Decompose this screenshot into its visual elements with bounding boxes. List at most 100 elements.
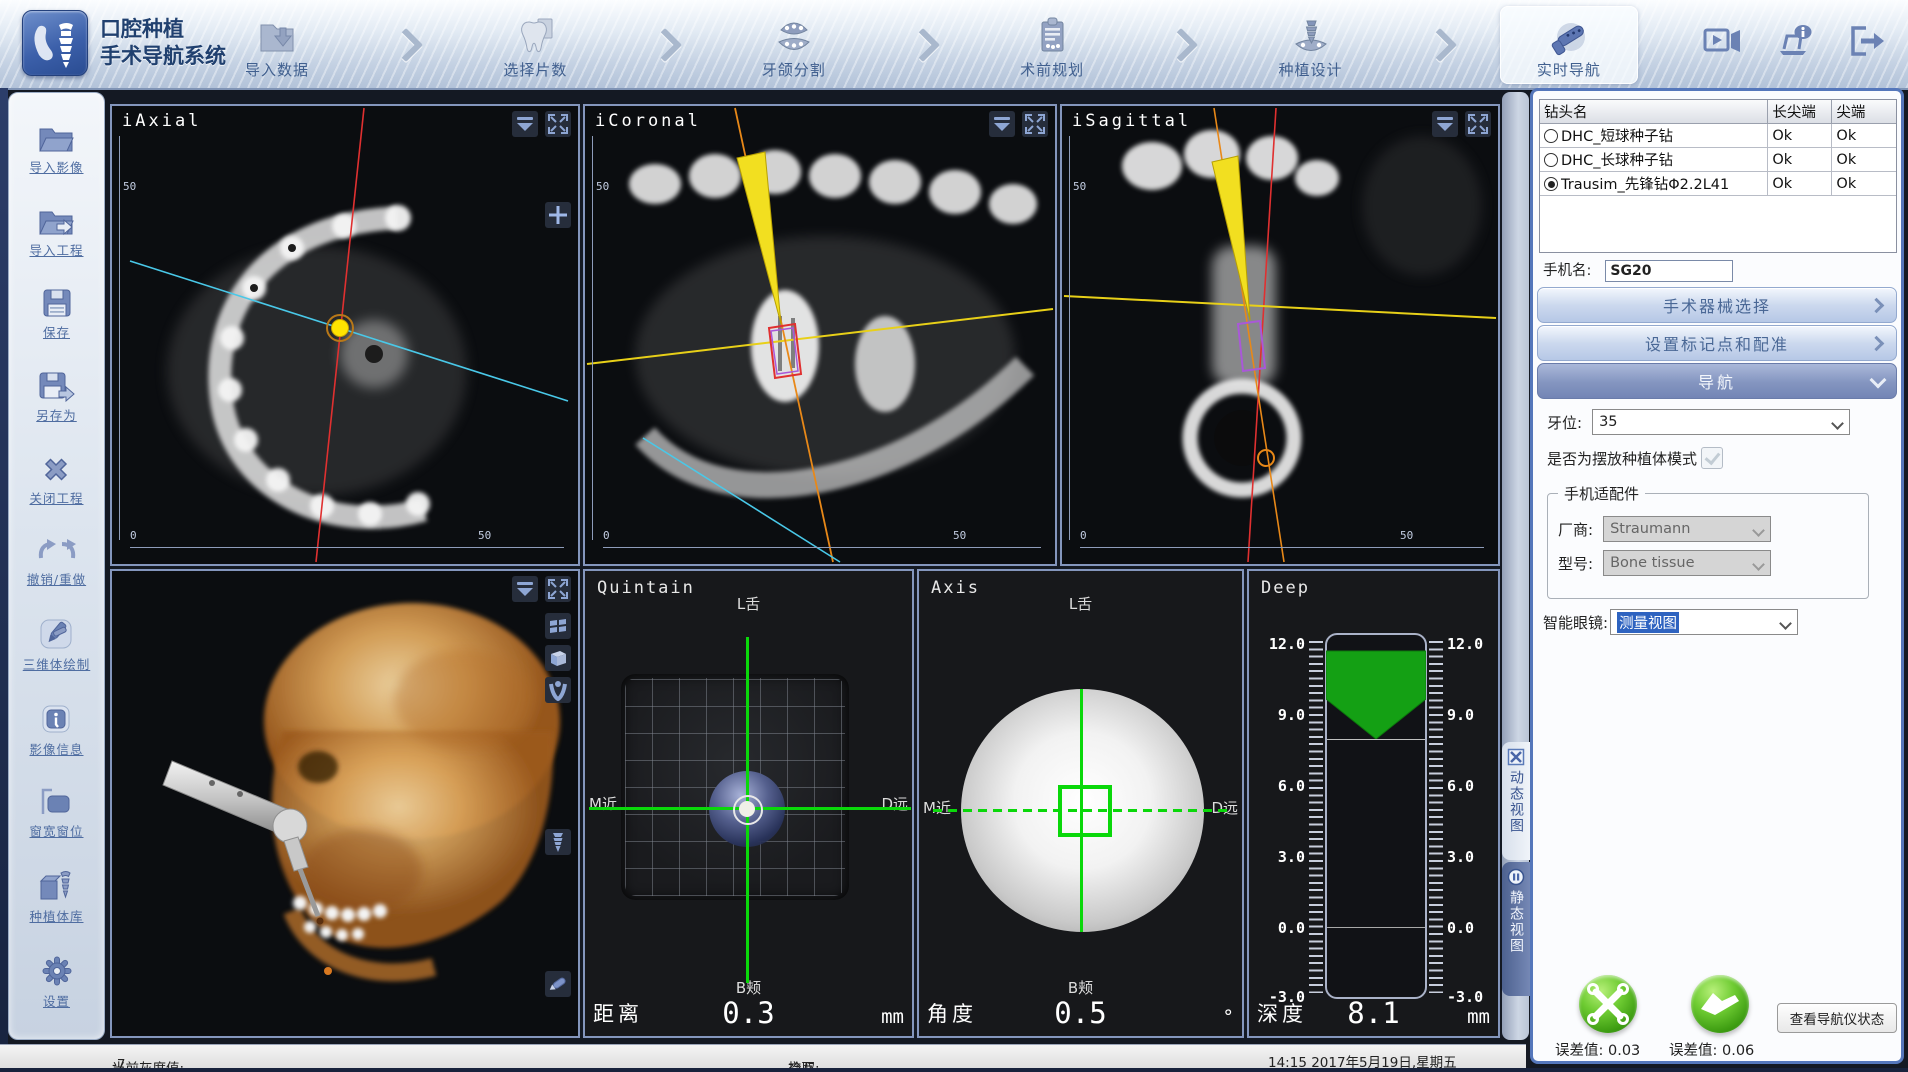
- depth-tick-label: 9.0: [1447, 706, 1497, 724]
- depth-zero-line: [1327, 927, 1425, 928]
- drill-row[interactable]: Trausim_先锋钻Φ2.2L41 Ok Ok: [1540, 172, 1896, 196]
- tool-calibration-icon: [1579, 975, 1637, 1033]
- step-label: 选择片数: [503, 59, 567, 80]
- probe-pen-icon[interactable]: [545, 971, 571, 997]
- handpiece-name-input[interactable]: [1605, 260, 1733, 282]
- ruler-label: 0: [1080, 529, 1087, 542]
- viewport-3d: [110, 569, 580, 1038]
- undo-redo-icon: [35, 536, 79, 566]
- sidebar-item-label: 导入工程: [29, 240, 83, 259]
- volume-3d-render[interactable]: [112, 571, 578, 1036]
- direction-label-mesial: M近: [589, 793, 617, 814]
- ruler-label: 50: [953, 529, 966, 542]
- sidebar-item-close-project[interactable]: 关闭工程: [29, 453, 83, 507]
- layout-tiles-icon[interactable]: [545, 613, 571, 639]
- drill-col-name: 钻头名: [1540, 100, 1768, 124]
- chevron-right-icon: [1869, 336, 1885, 352]
- placement-mode-checkbox[interactable]: [1701, 447, 1723, 469]
- sidebar-item-settings[interactable]: 设置: [39, 954, 75, 1010]
- coronal-ct-image[interactable]: [585, 106, 1055, 564]
- sagittal-ct-image[interactable]: [1062, 106, 1498, 564]
- viewport-menu-icon[interactable]: [989, 111, 1015, 137]
- sidebar-item-image-info[interactable]: 影像信息: [29, 702, 83, 758]
- fullscreen-icon[interactable]: [545, 111, 571, 137]
- fullscreen-icon[interactable]: [1465, 111, 1491, 137]
- implant-icon[interactable]: [545, 829, 571, 855]
- step-select-slices[interactable]: 选择片数: [466, 6, 604, 84]
- viewport-menu-icon[interactable]: [512, 111, 538, 137]
- sidebar-item-volume-render[interactable]: 三维体绘制: [23, 617, 91, 673]
- system-info-icon[interactable]: [1774, 22, 1816, 60]
- instrument-select-button[interactable]: 手术器械选择: [1537, 287, 1897, 323]
- error-value-2: 误差值: 0.06: [1669, 1039, 1754, 1060]
- navigator-status-button[interactable]: 查看导航仪状态: [1777, 1003, 1897, 1033]
- drill-row[interactable]: DHC_长球种子钻 Ok Ok: [1540, 148, 1896, 172]
- fullscreen-icon[interactable]: [1022, 111, 1048, 137]
- sidebar-item-save-as[interactable]: 另存为: [36, 370, 77, 424]
- depth-tick-label: 0.0: [1255, 919, 1305, 937]
- panel-deep: Deep 12.0 9.0 6.0 3.0 0.0 -3.0 12.0 9.0 …: [1247, 569, 1500, 1038]
- drill-radio[interactable]: [1544, 153, 1558, 167]
- viewport-menu-icon[interactable]: [512, 576, 538, 602]
- sidebar-item-implant-library[interactable]: 种植体库: [29, 869, 83, 925]
- step-import-data[interactable]: 导入数据: [208, 6, 346, 84]
- horizontal-ruler: [1080, 547, 1484, 548]
- cube-icon[interactable]: [545, 645, 571, 671]
- fullscreen-icon[interactable]: [545, 576, 571, 602]
- tool-calibration-status[interactable]: [1579, 975, 1637, 1033]
- exit-icon[interactable]: [1846, 22, 1888, 60]
- drill-row[interactable]: DHC_短球种子钻 Ok Ok: [1540, 124, 1896, 148]
- deep-metric: 深度 8.1 mm: [1249, 992, 1498, 1032]
- smart-glasses-select[interactable]: 测量视图: [1610, 609, 1798, 635]
- viewport-menu-icon[interactable]: [1432, 111, 1458, 137]
- step-jaw-segmentation[interactable]: 牙颌分割: [725, 6, 863, 84]
- sidebar-item-window-level[interactable]: 窗宽窗位: [29, 786, 83, 840]
- handpiece-calibration-icon: [1691, 975, 1749, 1033]
- step-realtime-navigation[interactable]: 实时导航: [1500, 6, 1638, 84]
- settings-icon: [39, 954, 75, 988]
- add-point-icon[interactable]: [545, 202, 571, 228]
- tab-static-view[interactable]: 静态视图: [1502, 862, 1530, 996]
- close-project-icon: [39, 453, 73, 485]
- jaw-arch-icon[interactable]: [545, 677, 571, 703]
- depth-tick-label: 3.0: [1255, 848, 1305, 866]
- viewport-axial: iAxial: [110, 104, 580, 566]
- vendor-select[interactable]: Straumann: [1603, 516, 1771, 542]
- tooth-position-select[interactable]: 35: [1592, 409, 1850, 435]
- ruler-label: 50: [1073, 180, 1086, 193]
- depth-gauge-ticks-right: [1429, 641, 1443, 993]
- sidebar-item-label: 关闭工程: [29, 488, 83, 507]
- tooth-position-label: 牙位:: [1547, 412, 1582, 433]
- sidebar-item-import-image[interactable]: 导入影像: [29, 122, 83, 176]
- quintain-metric: 距离 0.3 mm: [585, 992, 912, 1032]
- vertical-ruler: [592, 136, 593, 540]
- drill-name: DHC_短球种子钻: [1561, 129, 1673, 145]
- sidebar-item-label: 另存为: [36, 405, 77, 424]
- error-label: 误差值:: [1669, 1043, 1717, 1059]
- depth-tick-label: 0.0: [1447, 919, 1497, 937]
- handpiece-name-row: 手机名:: [1543, 259, 1733, 282]
- window-frame-left: [0, 88, 8, 1072]
- step-implant-design[interactable]: 种植设计: [1242, 6, 1380, 84]
- marker-registration-button[interactable]: 设置标记点和配准: [1537, 325, 1897, 361]
- direction-label-lingual: L舌: [585, 593, 912, 614]
- sidebar-item-import-project[interactable]: 导入工程: [29, 205, 83, 259]
- sidebar-item-label: 影像信息: [29, 739, 83, 758]
- step-preop-planning[interactable]: 术前规划: [983, 6, 1121, 84]
- metric-value: 0.3: [585, 996, 912, 1030]
- video-record-icon[interactable]: [1702, 22, 1744, 60]
- model-row: 型号: Bone tissue: [1558, 550, 1858, 576]
- drill-radio-selected[interactable]: [1544, 177, 1558, 191]
- navigation-section-header[interactable]: 导航: [1537, 363, 1897, 399]
- static-view-icon: [1507, 868, 1525, 886]
- sidebar-item-undo-redo[interactable]: 撤销/重做: [27, 536, 86, 588]
- chevron-down-icon: [1752, 524, 1765, 537]
- drill-radio[interactable]: [1544, 129, 1558, 143]
- handpiece-calibration-status[interactable]: [1691, 975, 1749, 1033]
- tab-dynamic-view[interactable]: 动态视图: [1502, 742, 1530, 860]
- axial-ct-image[interactable]: [112, 106, 578, 564]
- sidebar-item-save[interactable]: 保存: [40, 287, 74, 341]
- panel-axis: Axis L舌 M近 D远 B颊 角度 0.5 °: [917, 569, 1244, 1038]
- direction-label-lingual: L舌: [919, 593, 1242, 614]
- model-select[interactable]: Bone tissue: [1603, 550, 1771, 576]
